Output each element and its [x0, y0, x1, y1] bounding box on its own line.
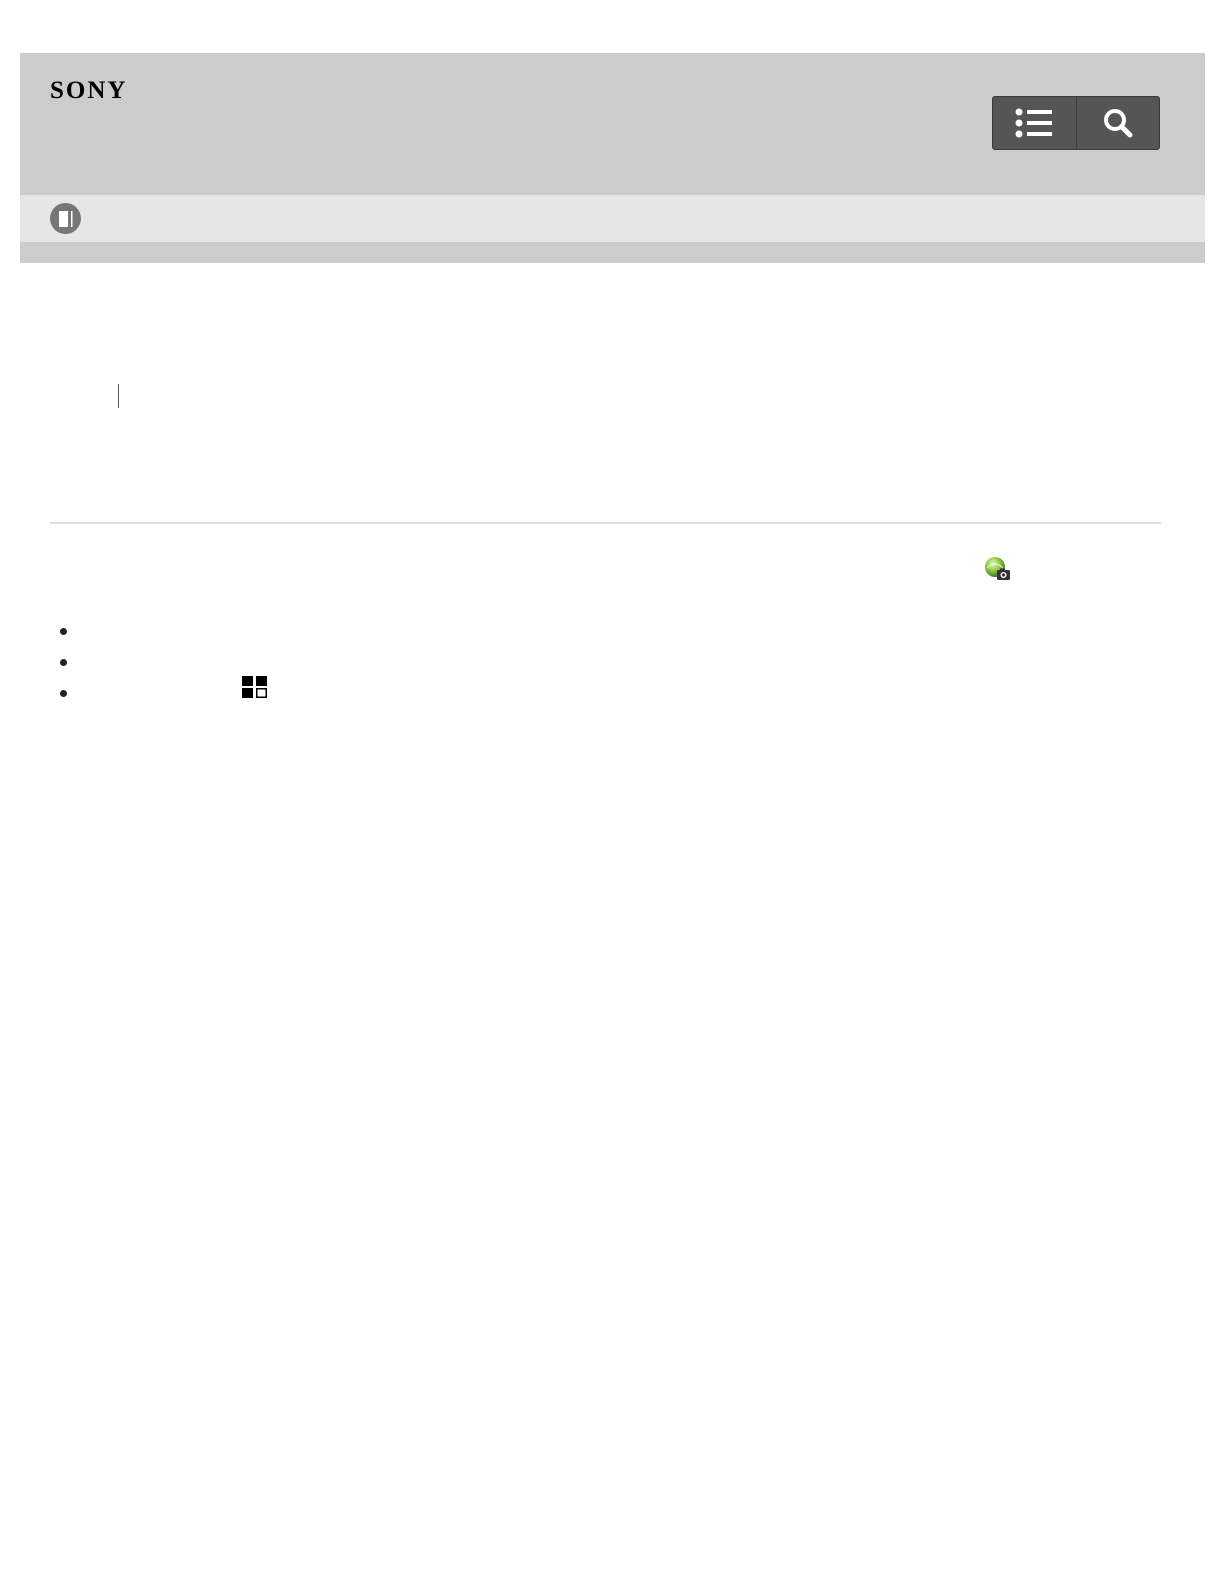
breadcrumb-divider [118, 384, 119, 408]
search-button[interactable] [1075, 97, 1160, 149]
list-icon [1015, 108, 1053, 138]
grid-icon [242, 676, 267, 698]
book-button[interactable] [50, 203, 81, 234]
bullet-list [50, 620, 650, 713]
bullet-dot [60, 628, 67, 635]
search-icon [1103, 109, 1133, 138]
camera-app-icon [985, 557, 1010, 580]
book-icon [58, 210, 72, 227]
sub-navigation-bar [20, 195, 1205, 242]
sony-logo[interactable]: SONY [50, 77, 127, 105]
site-header: SONY [20, 53, 1205, 195]
list-item [50, 676, 650, 713]
list-item [50, 651, 650, 682]
horizontal-divider [50, 522, 1161, 524]
header-bottom-strip [20, 242, 1205, 263]
table-of-contents-button[interactable] [993, 97, 1076, 149]
header-button-group [992, 96, 1160, 150]
bullet-dot [60, 690, 67, 697]
list-item [50, 620, 650, 651]
bullet-dot [60, 659, 67, 666]
